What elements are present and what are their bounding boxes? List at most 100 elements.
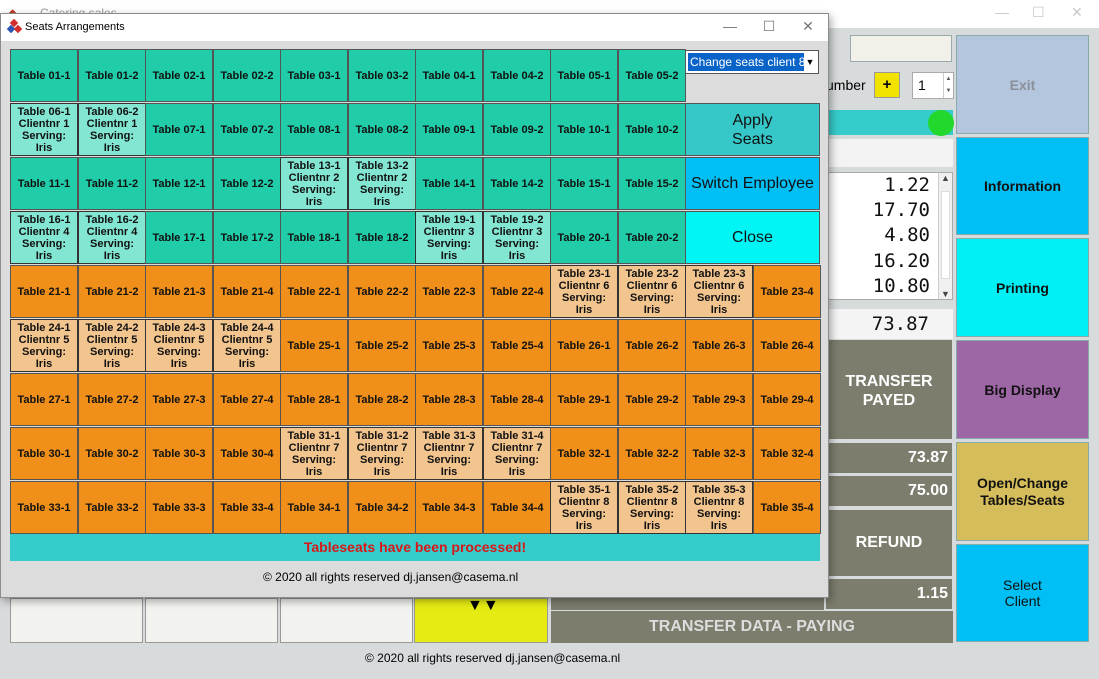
seat-cell[interactable]: Table 25-1 bbox=[280, 319, 348, 372]
seat-cell[interactable]: Table 19-1 Clientnr 3 Serving: Iris bbox=[415, 211, 483, 264]
open-change-tables-button[interactable]: Open/Change Tables/Seats bbox=[956, 442, 1089, 541]
seat-cell[interactable]: Table 28-1 bbox=[280, 373, 348, 426]
seat-cell[interactable]: Table 26-3 bbox=[685, 319, 753, 372]
seat-cell[interactable]: Table 18-2 bbox=[348, 211, 416, 264]
seat-cell[interactable]: Table 35-3 Clientnr 8 Serving: Iris bbox=[685, 481, 753, 534]
seat-cell[interactable]: Table 31-2 Clientnr 7 Serving: Iris bbox=[348, 427, 416, 480]
seat-cell[interactable]: Table 20-1 bbox=[550, 211, 618, 264]
seat-cell[interactable]: Table 15-2 bbox=[618, 157, 686, 210]
big-display-button[interactable]: Big Display bbox=[956, 340, 1089, 439]
bottom-tile[interactable] bbox=[280, 598, 413, 643]
apply-seats-button[interactable]: Apply Seats bbox=[685, 103, 820, 156]
select-client-button[interactable]: Select Client bbox=[956, 544, 1089, 642]
seat-cell[interactable]: Table 07-1 bbox=[145, 103, 213, 156]
seat-cell[interactable]: Table 19-2 Clientnr 3 Serving: Iris bbox=[483, 211, 551, 264]
seat-cell[interactable]: Table 10-1 bbox=[550, 103, 618, 156]
seat-cell[interactable]: Table 25-4 bbox=[483, 319, 551, 372]
seat-cell[interactable]: Table 34-1 bbox=[280, 481, 348, 534]
seat-cell[interactable]: Table 29-1 bbox=[550, 373, 618, 426]
seat-cell[interactable]: Table 17-2 bbox=[213, 211, 281, 264]
seat-cell[interactable]: Table 26-4 bbox=[753, 319, 821, 372]
seat-cell[interactable]: Table 05-2 bbox=[618, 49, 686, 102]
seat-cell[interactable]: Table 03-2 bbox=[348, 49, 416, 102]
seat-cell[interactable]: Table 21-4 bbox=[213, 265, 281, 318]
seat-cell[interactable]: Table 28-3 bbox=[415, 373, 483, 426]
seat-cell[interactable]: Table 31-1 Clientnr 7 Serving: Iris bbox=[280, 427, 348, 480]
seat-cell[interactable]: Table 06-2 Clientnr 1 Serving: Iris bbox=[78, 103, 146, 156]
seat-cell[interactable]: Table 17-1 bbox=[145, 211, 213, 264]
seat-cell[interactable]: Table 15-1 bbox=[550, 157, 618, 210]
seat-cell[interactable]: Table 22-4 bbox=[483, 265, 551, 318]
seat-cell[interactable]: Table 13-1 Clientnr 2 Serving: Iris bbox=[280, 157, 348, 210]
seat-cell[interactable]: Table 30-4 bbox=[213, 427, 281, 480]
seat-cell[interactable]: Table 04-1 bbox=[415, 49, 483, 102]
seat-cell[interactable]: Table 21-1 bbox=[10, 265, 78, 318]
seat-cell[interactable]: Table 03-1 bbox=[280, 49, 348, 102]
top-input-field[interactable] bbox=[850, 35, 952, 62]
refund-button[interactable]: REFUND bbox=[826, 510, 952, 576]
seat-cell[interactable]: Table 33-1 bbox=[10, 481, 78, 534]
scroll-thumb[interactable] bbox=[941, 191, 950, 279]
scroll-down-icon[interactable]: ▼ bbox=[941, 289, 950, 299]
transfer-data-button[interactable]: TRANSFER DATA - PAYING bbox=[551, 611, 953, 643]
seat-cell[interactable]: Table 27-2 bbox=[78, 373, 146, 426]
bottom-tile[interactable] bbox=[10, 598, 143, 643]
seat-cell[interactable]: Table 09-1 bbox=[415, 103, 483, 156]
seat-cell[interactable]: Table 33-4 bbox=[213, 481, 281, 534]
seat-cell[interactable]: Table 27-3 bbox=[145, 373, 213, 426]
seat-cell[interactable]: Table 27-1 bbox=[10, 373, 78, 426]
seat-cell[interactable]: Table 31-4 Clientnr 7 Serving: Iris bbox=[483, 427, 551, 480]
exit-button[interactable]: Exit bbox=[956, 35, 1089, 134]
seat-cell[interactable]: Table 01-1 bbox=[10, 49, 78, 102]
seat-cell[interactable]: Table 05-1 bbox=[550, 49, 618, 102]
seat-cell[interactable]: Table 16-2 Clientnr 4 Serving: Iris bbox=[78, 211, 146, 264]
seat-cell[interactable]: Table 24-1 Clientnr 5 Serving: Iris bbox=[10, 319, 78, 372]
seat-cell[interactable]: Table 06-1 Clientnr 1 Serving: Iris bbox=[10, 103, 78, 156]
maximize-icon[interactable]: ☐ bbox=[1032, 4, 1045, 21]
seat-cell[interactable]: Table 04-2 bbox=[483, 49, 551, 102]
seat-cell[interactable]: Table 11-2 bbox=[78, 157, 146, 210]
seat-cell[interactable]: Table 26-1 bbox=[550, 319, 618, 372]
plus-button[interactable]: + bbox=[874, 72, 900, 98]
seat-cell[interactable]: Table 08-1 bbox=[280, 103, 348, 156]
seat-cell[interactable]: Table 09-2 bbox=[483, 103, 551, 156]
seat-cell[interactable]: Table 25-2 bbox=[348, 319, 416, 372]
chevron-down-icon[interactable]: ▼ bbox=[804, 54, 816, 70]
seat-cell[interactable]: Table 32-4 bbox=[753, 427, 821, 480]
close-button[interactable]: Close bbox=[685, 211, 820, 264]
seat-cell[interactable]: Table 31-3 Clientnr 7 Serving: Iris bbox=[415, 427, 483, 480]
dialog-minimize-icon[interactable]: — bbox=[720, 18, 740, 34]
seat-cell[interactable]: Table 35-4 bbox=[753, 481, 821, 534]
amounts-scrollbar[interactable]: ▲ ▼ bbox=[938, 173, 952, 299]
seat-cell[interactable]: Table 14-2 bbox=[483, 157, 551, 210]
close-icon[interactable]: ✕ bbox=[1071, 4, 1083, 21]
seat-cell[interactable]: Table 26-2 bbox=[618, 319, 686, 372]
seat-cell[interactable]: Table 24-2 Clientnr 5 Serving: Iris bbox=[78, 319, 146, 372]
seat-cell[interactable]: Table 29-4 bbox=[753, 373, 821, 426]
seat-cell[interactable]: Table 21-3 bbox=[145, 265, 213, 318]
seat-cell[interactable]: Table 11-1 bbox=[10, 157, 78, 210]
seat-cell[interactable]: Table 07-2 bbox=[213, 103, 281, 156]
seat-cell[interactable]: Table 22-1 bbox=[280, 265, 348, 318]
dialog-maximize-icon[interactable]: ☐ bbox=[759, 18, 779, 35]
amounts-list[interactable]: 1.22 17.70 4.80 16.20 10.80 ▲ ▼ bbox=[826, 172, 953, 300]
seat-cell[interactable]: Table 23-3 Clientnr 6 Serving: Iris bbox=[685, 265, 753, 318]
seat-cell[interactable]: Table 21-2 bbox=[78, 265, 146, 318]
seat-cell[interactable]: Table 33-2 bbox=[78, 481, 146, 534]
seat-cell[interactable]: Table 30-2 bbox=[78, 427, 146, 480]
seat-cell[interactable]: Table 29-3 bbox=[685, 373, 753, 426]
seat-cell[interactable]: Table 18-1 bbox=[280, 211, 348, 264]
seat-cell[interactable]: Table 20-2 bbox=[618, 211, 686, 264]
seat-cell[interactable]: Table 14-1 bbox=[415, 157, 483, 210]
quantity-stepper[interactable]: 1 ▲ ▼ bbox=[912, 72, 954, 99]
seat-cell[interactable]: Table 23-4 bbox=[753, 265, 821, 318]
seat-cell[interactable]: Table 13-2 Clientnr 2 Serving: Iris bbox=[348, 157, 416, 210]
seat-cell[interactable]: Table 30-3 bbox=[145, 427, 213, 480]
seat-cell[interactable]: Table 22-3 bbox=[415, 265, 483, 318]
seat-cell[interactable]: Table 34-2 bbox=[348, 481, 416, 534]
scroll-up-icon[interactable]: ▲ bbox=[941, 173, 950, 183]
minimize-icon[interactable]: — bbox=[995, 4, 1009, 20]
seat-cell[interactable]: Table 28-4 bbox=[483, 373, 551, 426]
seat-cell[interactable]: Table 12-1 bbox=[145, 157, 213, 210]
seat-cell[interactable]: Table 29-2 bbox=[618, 373, 686, 426]
